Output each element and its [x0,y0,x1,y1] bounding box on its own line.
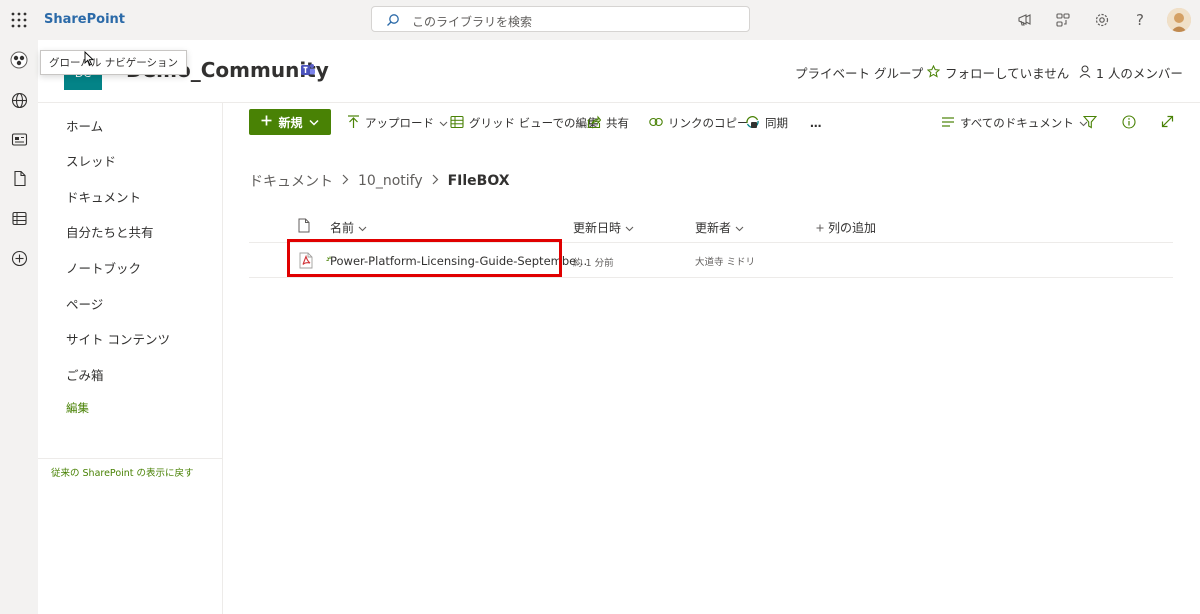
copy-link-label: リンクのコピー [668,116,749,130]
lists-icon[interactable] [9,208,29,228]
chevron-right-icon [342,173,349,189]
search-box[interactable]: このライブラリを検索 [371,6,750,32]
modified-by-column-header[interactable]: 更新者 [695,219,744,236]
mouse-cursor-icon [84,50,95,70]
search-icon [386,12,400,31]
modified-column-label: 更新日時 [573,221,622,235]
suite-bar: SharePoint このライブラリを検索 ? [0,0,1200,40]
sync-icon [745,115,760,132]
grid-icon [450,115,464,132]
more-actions-button[interactable]: … [810,110,822,136]
chevron-down-icon [358,221,367,235]
plus-icon [816,221,824,235]
create-add-icon[interactable] [9,248,29,268]
add-column-button[interactable]: 列の追加 [816,219,876,236]
help-icon[interactable]: ? [1130,10,1150,30]
share-button[interactable]: 共有 [587,110,629,136]
upload-arrow-icon [347,114,360,132]
app-launcher-icon[interactable] [9,10,29,30]
upload-button[interactable]: アップロード [347,110,448,136]
chevron-right-icon [432,173,439,189]
annotation-highlight-box [287,239,562,277]
megaphone-icon[interactable] [1015,10,1035,30]
nav-item-notebook[interactable]: ノートブック [66,258,141,277]
nav-item-pages[interactable]: ページ [66,294,103,313]
privacy-text: プライベート グループ [795,66,924,81]
news-icon[interactable] [9,129,29,149]
view-label: すべてのドキュメント [960,116,1074,130]
share-label: 共有 [606,116,629,130]
chevron-down-icon [308,115,319,129]
breadcrumb-documents[interactable]: ドキュメント [249,171,333,191]
nav-item-site-contents[interactable]: サイト コンテンツ [66,329,170,348]
chevron-down-icon [625,221,634,235]
add-column-label: 列の追加 [828,221,877,235]
view-lines-icon [941,116,955,131]
settings-gear-icon[interactable] [1092,10,1112,30]
expand-button[interactable] [1161,110,1174,136]
nav-item-shared-with-us[interactable]: 自分たちと共有 [66,222,154,241]
breadcrumb-current-folder[interactable]: FIleBOX [448,173,510,189]
upload-label: アップロード [365,116,434,130]
share-icon [587,114,602,132]
teams-icon[interactable] [300,62,316,82]
grid-view-edit-button[interactable]: グリッド ビューでの編集 [450,110,598,136]
plus-icon [261,115,272,129]
follow-label: フォローしていません [945,66,1070,81]
chevron-down-icon [439,116,448,130]
name-column-header[interactable]: 名前 [330,219,367,236]
nav-divider [38,458,222,459]
app-bar [0,40,38,614]
new-label: 新規 [278,115,303,130]
app-connect-icon[interactable] [1053,10,1073,30]
modified-column-header[interactable]: 更新日時 [573,219,634,236]
expand-diagonal-icon [1161,115,1174,131]
sync-label: 同期 [765,116,788,130]
modified-by-column-label: 更新者 [695,221,732,235]
nav-edit-link[interactable]: 編集 [66,400,89,416]
global-navigation-icon[interactable] [9,50,29,70]
filter-icon [1082,115,1098,132]
members-button[interactable]: 1 人のメンバー [1079,63,1183,82]
file-type-column-icon[interactable] [298,218,310,233]
view-selector[interactable]: すべてのドキュメント [941,110,1088,136]
globe-icon[interactable] [9,90,29,110]
sync-button[interactable]: 同期 [745,110,788,136]
chevron-down-icon [735,221,744,235]
filter-button[interactable] [1082,110,1098,136]
document-icon[interactable] [9,168,29,188]
nav-item-recycle-bin[interactable]: ごみ箱 [66,365,104,384]
breadcrumb: ドキュメント 10_notify FIleBOX [249,171,510,191]
site-navigation: ホーム スレッド ドキュメント 自分たちと共有 ノートブック ページ サイト コ… [38,103,223,614]
star-icon [926,64,941,81]
new-button[interactable]: 新規 [249,109,331,135]
file-modified-by[interactable]: 大道寺 ミドリ [695,254,755,268]
privacy-label: プライベート グループ [795,63,923,82]
file-modified: 約 1 分前 [573,258,614,269]
name-column-label: 名前 [330,221,355,235]
global-navigation-tooltip: グローバル ナビゲーション [40,50,188,75]
user-avatar[interactable] [1167,8,1191,32]
person-icon [1079,65,1091,81]
return-to-classic-link[interactable]: 従来の SharePoint の表示に戻す [51,465,194,479]
follow-button[interactable]: フォローしていません [926,63,1070,82]
search-placeholder[interactable]: このライブラリを検索 [412,13,532,30]
sharepoint-brand[interactable]: SharePoint [44,12,125,27]
info-button[interactable] [1122,110,1136,136]
nav-item-documents[interactable]: ドキュメント [66,187,141,206]
grid-edit-label: グリッド ビューでの編集 [469,116,599,130]
info-icon [1122,114,1136,132]
nav-item-threads[interactable]: スレッド [66,151,116,170]
link-icon [649,116,663,130]
members-label: 1 人のメンバー [1096,66,1183,81]
nav-item-home[interactable]: ホーム [66,116,103,135]
copy-link-button[interactable]: リンクのコピー [649,110,749,136]
breadcrumb-10-notify[interactable]: 10_notify [358,173,423,189]
